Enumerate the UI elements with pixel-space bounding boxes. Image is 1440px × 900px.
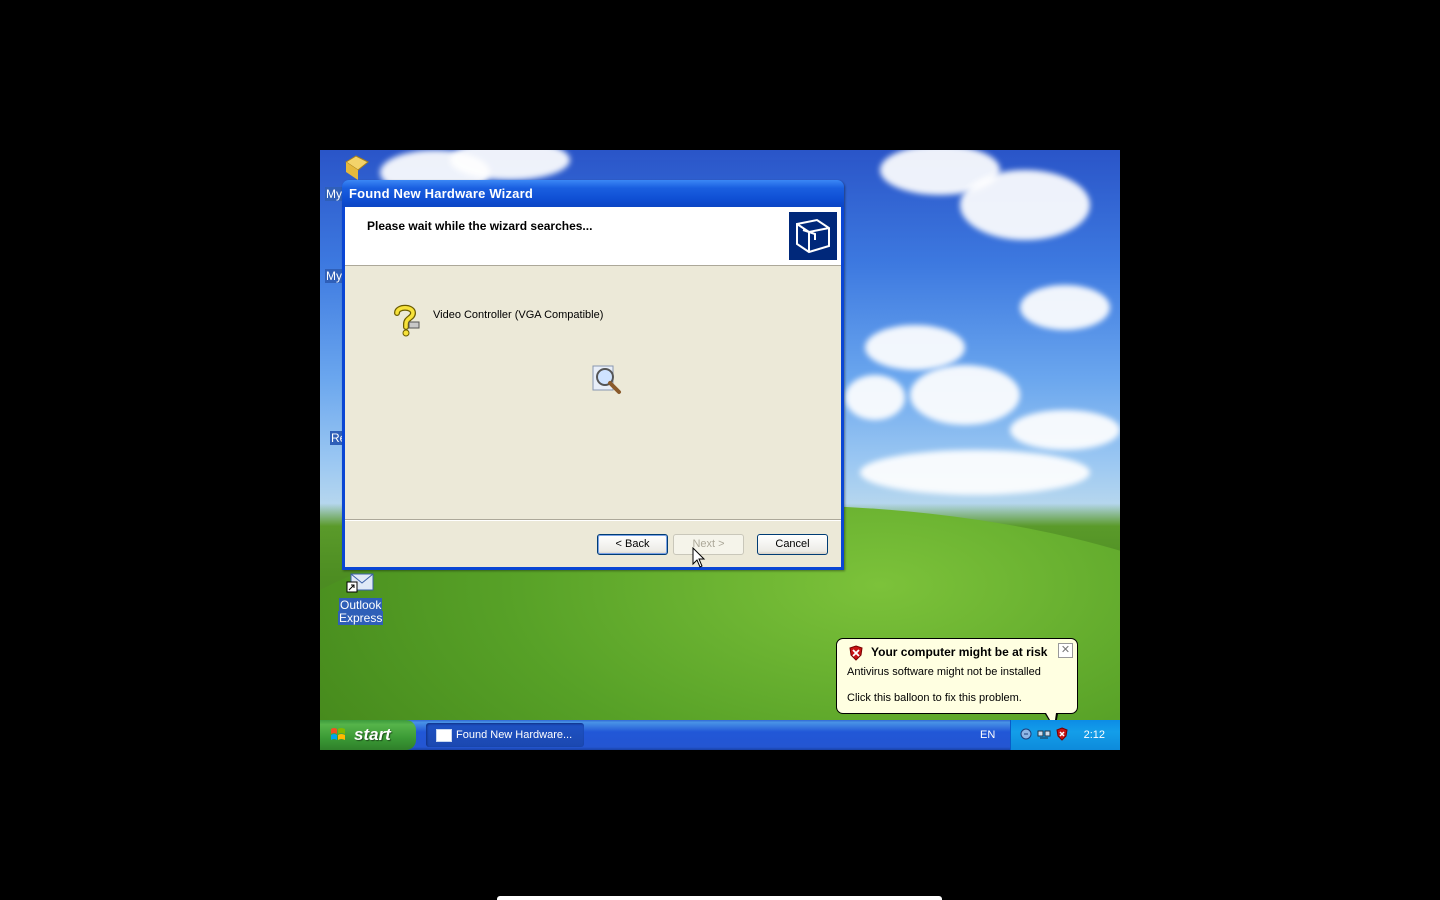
wizard-window[interactable]: Found New Hardware Wizard Please wait wh…	[342, 180, 844, 570]
outlook-express-icon	[346, 573, 374, 593]
balloon-fix-link[interactable]: Click this balloon to fix this problem.	[847, 692, 1022, 704]
balloon-title: Your computer might be at risk	[871, 645, 1048, 659]
screen: My My Re Outlook Express Found New Hardw…	[320, 150, 1120, 750]
wizard-body: Please wait while the wizard searches...…	[345, 207, 841, 567]
wizard-titlebar[interactable]: Found New Hardware Wizard	[342, 180, 844, 207]
clock[interactable]: 2:12	[1084, 720, 1105, 750]
balloon-close-button[interactable]: ✕	[1058, 643, 1073, 658]
back-button[interactable]: < Back	[597, 534, 668, 555]
language-indicator[interactable]: EN	[980, 720, 995, 750]
button-separator	[345, 519, 841, 521]
desktop: My My Re Outlook Express Found New Hardw…	[320, 150, 1120, 750]
start-label: start	[354, 725, 391, 744]
window-icon	[436, 729, 452, 742]
wizard-header-title: Please wait while the wizard searches...	[367, 219, 593, 233]
network-icon[interactable]	[1037, 727, 1051, 741]
taskbar-button-wizard[interactable]: Found New Hardware...	[426, 723, 584, 747]
device-name: Video Controller (VGA Compatible)	[433, 309, 604, 321]
unknown-device-question-icon	[394, 304, 420, 337]
bottom-edge-bar	[497, 896, 942, 900]
mouse-cursor-icon	[692, 547, 706, 568]
desktop-icon-outlook-express[interactable]: Outlook Express	[338, 570, 384, 625]
security-shield-icon	[849, 645, 863, 661]
next-button[interactable]: Next >	[673, 534, 744, 555]
wizard-header: Please wait while the wizard searches...	[345, 207, 841, 266]
speaker-icon[interactable]	[1019, 727, 1033, 741]
hardware-wizard-icon	[789, 212, 837, 260]
taskbar-button-label: Found New Hardware...	[456, 729, 573, 741]
windows-logo-icon	[331, 728, 345, 740]
start-button[interactable]: start	[320, 720, 416, 750]
desktop-icon-my-documents-label[interactable]: My	[325, 187, 343, 201]
balloon-message: Antivirus software might not be installe…	[847, 666, 1041, 678]
my-documents-icon	[345, 155, 369, 180]
cancel-button[interactable]: Cancel	[757, 534, 828, 555]
desktop-icon-my-computer[interactable]: My	[325, 269, 343, 283]
security-shield-icon[interactable]	[1055, 727, 1069, 741]
taskbar: start Found New Hardware... EN 2:12	[320, 720, 1120, 750]
searching-magnifier-icon	[590, 362, 624, 401]
security-balloon[interactable]: Your computer might be at risk ✕ Antivir…	[836, 638, 1078, 730]
device-row: Video Controller (VGA Compatible)	[389, 303, 603, 337]
system-tray: 2:12	[1010, 720, 1120, 750]
